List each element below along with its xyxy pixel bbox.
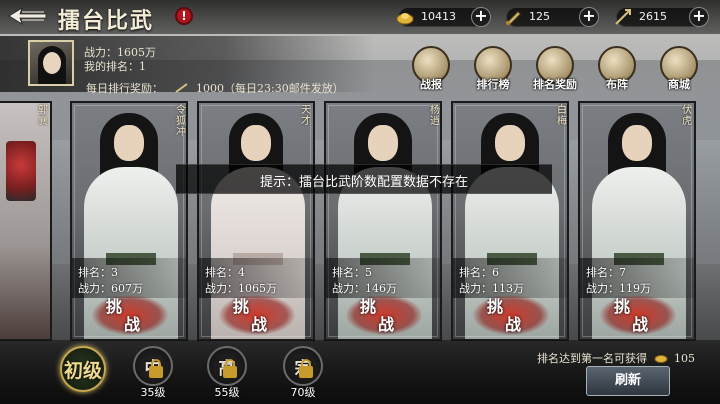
tier-badge: 宗 <box>283 346 323 386</box>
challenge-button[interactable]: 挑 战 <box>199 291 313 339</box>
daily-reward-line: 每日排行奖励： 1000（每日23:30邮件发放） <box>86 80 344 96</box>
tier-middle-button[interactable]: 中 35级 <box>126 346 180 400</box>
add-token-button[interactable]: + <box>579 7 599 27</box>
shop-button[interactable]: 商城 <box>656 46 702 92</box>
formation-button[interactable]: 布阵 <box>594 46 640 92</box>
tier-badge: 初级 <box>60 346 106 392</box>
daily-reward-label: 每日排行奖励： <box>86 82 163 95</box>
challenger-name-label: 杨逍 <box>430 105 440 127</box>
challenger-rank: 排名：5 <box>332 266 372 279</box>
player-rank: 我的排名：1 <box>84 60 146 73</box>
challenger-card-partial[interactable] <box>0 101 52 341</box>
avatar[interactable] <box>28 40 74 86</box>
toast-message: 提示：擂台比武阶数配置数据不存在 <box>259 175 468 190</box>
challenger-rank: 排名：6 <box>459 266 499 279</box>
challenger-name-label: 白梅 <box>557 105 567 127</box>
tier-beginner-button[interactable]: 初级 <box>56 346 110 400</box>
challenger-name-label: 郭襄 <box>38 105 48 127</box>
rank-reward-hint-value: 105 <box>674 352 695 365</box>
page-title: 擂台比武 <box>58 8 155 34</box>
token-value: 125 <box>529 10 550 23</box>
challenger-rank: 排名：4 <box>205 266 245 279</box>
sword-token-icon <box>503 7 523 27</box>
tier-badge: 高 <box>207 346 247 386</box>
challenger-rank: 排名：3 <box>78 266 118 279</box>
tier-badge: 中 <box>133 346 173 386</box>
challenger-name-label: 令狐冲 <box>176 105 186 138</box>
add-stamina-button[interactable]: + <box>689 7 709 27</box>
challenge-button[interactable]: 挑 战 <box>580 291 694 339</box>
lock-icon <box>149 359 163 378</box>
toast-notification: 提示：擂台比武阶数配置数据不存在 <box>176 164 552 194</box>
challenger-card[interactable]: 排名：4 战力：1065万 挑 战 <box>197 101 315 341</box>
rank-reward-hint: 排名达到第一名可获得 105 <box>537 350 695 366</box>
rank-reward-hint-text: 排名达到第一名可获得 <box>537 352 647 365</box>
refresh-button[interactable]: 刷新 <box>586 366 670 396</box>
challenge-button[interactable]: 挑 战 <box>453 291 567 339</box>
challenger-card[interactable]: 排名：7 战力：119万 挑 战 <box>578 101 696 341</box>
arrow-icon <box>613 7 633 27</box>
battle-report-button[interactable]: 战报 <box>408 46 454 92</box>
gold-value: 10413 <box>421 10 456 23</box>
stamina-resource: 2615 + <box>613 7 709 27</box>
gold-ingot-icon <box>395 7 415 27</box>
alert-icon[interactable]: ! <box>175 7 193 25</box>
gold-ingot-icon <box>654 353 668 363</box>
add-gold-button[interactable]: + <box>471 7 491 27</box>
sword-token-icon <box>174 83 189 93</box>
lock-icon <box>223 359 237 378</box>
tier-master-button[interactable]: 宗 70级 <box>276 346 330 400</box>
challenger-name-label: 伏虎 <box>682 105 692 127</box>
challenger-name-label: 天才 <box>301 105 311 127</box>
challenge-button[interactable]: 挑 战 <box>72 291 186 339</box>
challenger-card[interactable]: 排名：3 战力：607万 挑 战 <box>70 101 188 341</box>
stamina-value: 2615 <box>639 10 667 23</box>
tier-required-level: 70级 <box>290 386 316 399</box>
gold-resource: 10413 + <box>395 7 491 27</box>
challenger-rank: 排名：7 <box>586 266 626 279</box>
rank-reward-button[interactable]: 排名奖励 <box>532 46 578 92</box>
daily-reward-value: 1000（每日23:30邮件发放） <box>196 82 344 95</box>
banner-decoration <box>6 141 36 201</box>
challenger-card[interactable]: 排名：5 战力：146万 挑 战 <box>324 101 442 341</box>
back-arrow-icon[interactable] <box>6 4 48 28</box>
token-resource: 125 + <box>503 7 599 27</box>
tier-high-button[interactable]: 高 55级 <box>200 346 254 400</box>
challenger-card[interactable]: 排名：6 战力：113万 挑 战 <box>451 101 569 341</box>
lock-icon <box>299 359 313 378</box>
tier-required-level: 55级 <box>214 386 240 399</box>
tier-required-level: 35级 <box>140 386 166 399</box>
challenge-button[interactable]: 挑 战 <box>326 291 440 339</box>
leaderboard-button[interactable]: 排行榜 <box>470 46 516 92</box>
